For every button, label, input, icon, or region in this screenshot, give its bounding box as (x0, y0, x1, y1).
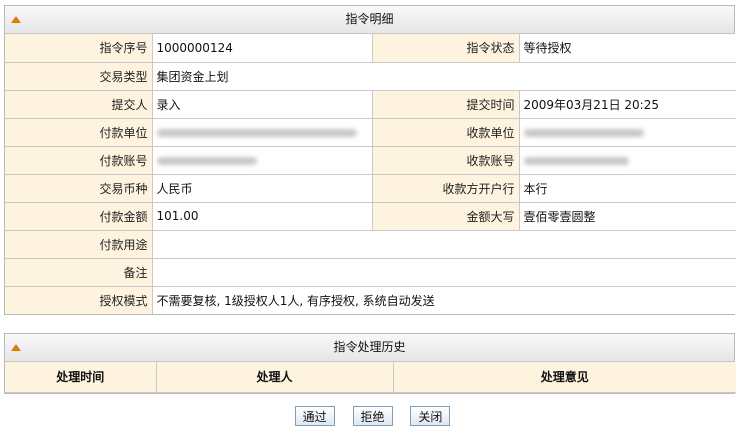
instruction-status-value: 等待授权 (518, 34, 736, 63)
payment-purpose-value (151, 229, 736, 259)
field-label: 交易类型 (5, 61, 153, 91)
column-header: 处理意见 (392, 362, 736, 393)
submit-time-value: 2009年03月21日 20:25 (518, 89, 736, 119)
table-row: 交易币种 人民币 收款方开户行 本行 (5, 173, 736, 203)
field-label: 收款方开户行 (371, 173, 520, 203)
detail-panel-header: 指令明细 (5, 6, 734, 34)
history-table: 处理时间 处理人 处理意见 (5, 362, 736, 393)
table-row: 付款金额 101.00 金额大写 壹佰零壹圆整 (5, 201, 736, 231)
field-label: 提交时间 (371, 89, 520, 119)
field-label: 付款金额 (5, 201, 153, 231)
collapse-triangle-icon[interactable] (11, 16, 21, 23)
transaction-type-value: 集团资金上划 (151, 61, 736, 91)
payer-account-value (151, 145, 373, 175)
table-row: 备注 (5, 257, 736, 287)
table-header-row: 处理时间 处理人 处理意见 (5, 362, 736, 393)
redacted-text (523, 128, 644, 137)
payee-bank-value: 本行 (518, 173, 736, 203)
authorization-mode-value: 不需要复核, 1级授权人1人, 有序授权, 系统自动发送 (151, 285, 736, 314)
payee-unit-value (518, 117, 736, 147)
collapse-triangle-icon[interactable] (11, 344, 21, 351)
column-header: 处理人 (155, 362, 394, 393)
column-header: 处理时间 (5, 362, 157, 393)
history-panel-title: 指令处理历史 (333, 340, 406, 354)
detail-panel-title: 指令明细 (345, 12, 394, 26)
action-bar: 通过 拒绝 关闭 (0, 406, 745, 426)
table-row: 授权模式 不需要复核, 1级授权人1人, 有序授权, 系统自动发送 (5, 285, 736, 314)
field-label: 金额大写 (371, 201, 520, 231)
detail-panel: 指令明细 指令序号 1000000124 指令状态 等待授权 交易类型 集团资金… (4, 5, 736, 315)
field-label: 收款单位 (371, 117, 520, 147)
history-panel: 指令处理历史 处理时间 处理人 处理意见 (4, 333, 736, 394)
table-row: 指令序号 1000000124 指令状态 等待授权 (5, 34, 736, 63)
redacted-text (156, 128, 357, 137)
field-label: 收款账号 (371, 145, 520, 175)
table-row: 提交人 录入 提交时间 2009年03月21日 20:25 (5, 89, 736, 119)
submitter-value: 录入 (151, 89, 373, 119)
field-label: 授权模式 (5, 285, 153, 314)
field-label: 付款用途 (5, 229, 153, 259)
redacted-text (156, 156, 257, 165)
remark-value (151, 257, 736, 287)
close-button[interactable]: 关闭 (410, 406, 451, 426)
reject-button[interactable]: 拒绝 (352, 406, 393, 426)
field-label: 交易币种 (5, 173, 153, 203)
instruction-number-value: 1000000124 (151, 34, 373, 63)
field-label: 指令序号 (5, 34, 153, 63)
payer-unit-value (151, 117, 373, 147)
redacted-text (523, 156, 629, 165)
detail-table: 指令序号 1000000124 指令状态 等待授权 交易类型 集团资金上划 提交… (5, 34, 736, 314)
amount-value: 101.00 (151, 201, 373, 231)
table-row: 付款单位 收款单位 (5, 117, 736, 147)
field-label: 指令状态 (371, 34, 520, 63)
field-label: 提交人 (5, 89, 153, 119)
history-panel-header: 指令处理历史 (5, 334, 734, 362)
table-row: 付款账号 收款账号 (5, 145, 736, 175)
payee-account-value (518, 145, 736, 175)
table-row: 交易类型 集团资金上划 (5, 61, 736, 91)
table-row: 付款用途 (5, 229, 736, 259)
approve-button[interactable]: 通过 (294, 406, 335, 426)
field-label: 备注 (5, 257, 153, 287)
currency-value: 人民币 (151, 173, 373, 203)
field-label: 付款单位 (5, 117, 153, 147)
amount-in-words-value: 壹佰零壹圆整 (518, 201, 736, 231)
field-label: 付款账号 (5, 145, 153, 175)
